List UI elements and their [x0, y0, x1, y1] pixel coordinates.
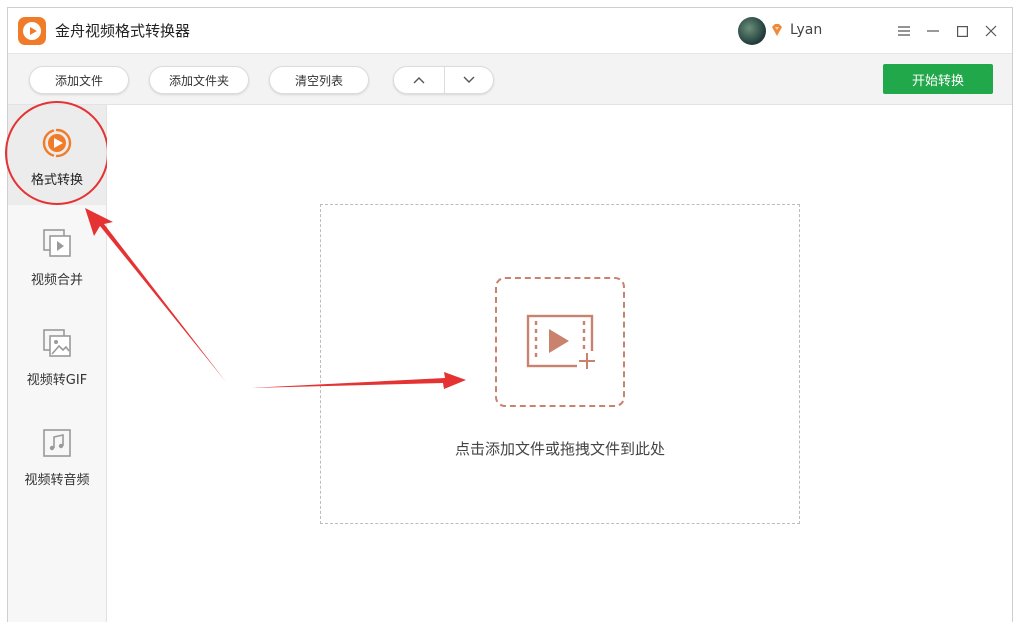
close-icon[interactable]	[980, 20, 1002, 42]
sidebar-item-label: 格式转换	[30, 173, 83, 188]
music-note-icon	[43, 429, 71, 457]
username[interactable]: Lyan	[790, 22, 822, 38]
title-bar: 金舟视频格式转换器 Lyan	[8, 8, 1012, 53]
video-merge-icon	[43, 229, 71, 257]
main-area: 点击添加文件或拖拽文件到此处	[107, 105, 1012, 622]
sidebar-item-video-to-audio[interactable]: 视频转音频	[8, 405, 106, 505]
add-folder-button[interactable]: 添加文件夹	[149, 66, 249, 94]
chevron-down-icon	[463, 76, 475, 83]
start-convert-button[interactable]: 开始转换	[883, 64, 993, 94]
sidebar-item-label: 视频转音频	[24, 473, 90, 488]
menu-icon[interactable]	[893, 20, 915, 42]
add-video-icon	[526, 314, 597, 371]
chevron-up-icon	[413, 77, 425, 84]
sidebar-item-video-merge[interactable]: 视频合并	[8, 205, 106, 305]
play-circle-icon	[42, 128, 72, 158]
sidebar-item-format-convert[interactable]: 格式转换	[5, 101, 109, 205]
add-video-button[interactable]	[495, 277, 625, 407]
minimize-icon[interactable]	[922, 20, 944, 42]
sidebar: 格式转换 视频合并 视频转GIF 视频转音频	[5, 101, 109, 622]
user-avatar[interactable]	[738, 17, 766, 45]
move-down-button[interactable]	[444, 67, 494, 93]
vip-diamond-icon	[772, 24, 782, 36]
move-order-group	[393, 66, 494, 94]
sidebar-item-label: 视频合并	[30, 273, 83, 288]
app-title: 金舟视频格式转换器	[55, 22, 191, 40]
file-drop-zone[interactable]: 点击添加文件或拖拽文件到此处	[320, 204, 800, 524]
add-file-button[interactable]: 添加文件	[29, 66, 129, 94]
maximize-icon[interactable]	[951, 20, 973, 42]
sidebar-item-video-to-gif[interactable]: 视频转GIF	[8, 305, 106, 405]
toolbar: 添加文件 添加文件夹 清空列表 开始转换	[8, 53, 1012, 105]
clear-list-button[interactable]: 清空列表	[269, 66, 369, 94]
move-up-button[interactable]	[394, 67, 445, 93]
sidebar-item-label: 视频转GIF	[26, 373, 88, 388]
app-window: 金舟视频格式转换器 Lyan 添加文件 添加文件夹 清空列表 开始转换 格式转换…	[5, 7, 1013, 622]
image-gif-icon	[43, 329, 71, 357]
app-logo-icon	[18, 17, 46, 45]
drop-hint-text: 点击添加文件或拖拽文件到此处	[454, 440, 665, 458]
